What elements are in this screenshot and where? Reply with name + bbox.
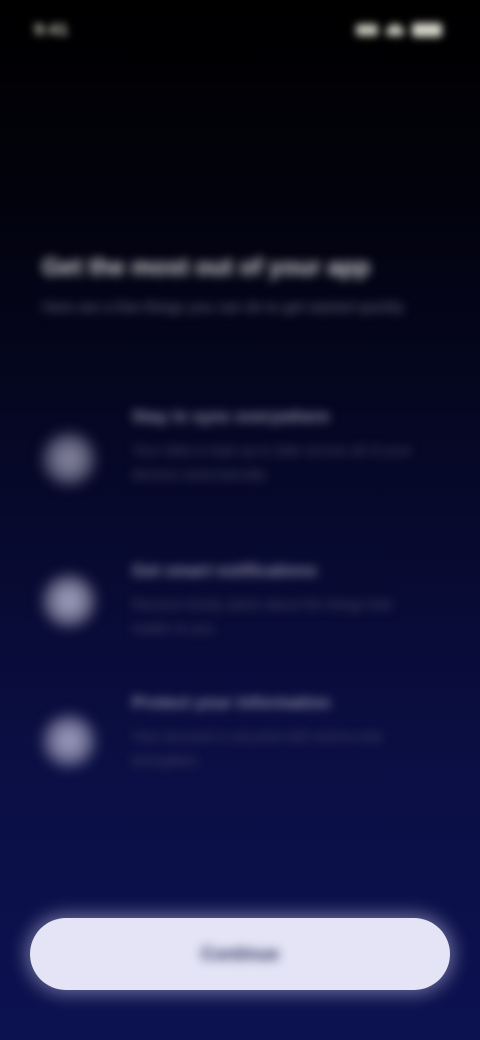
onboarding-screen: 9:41 Get the most out of your app Here a… bbox=[0, 0, 480, 1040]
feature-icon bbox=[40, 430, 98, 488]
signal-icon bbox=[356, 24, 378, 36]
feature-text: Stay in sync everywhere Your data is kep… bbox=[132, 404, 432, 486]
page-title: Get the most out of your app bbox=[42, 254, 370, 281]
feature-description: Your data is kept up to date across all … bbox=[132, 442, 412, 482]
status-time: 9:41 bbox=[34, 20, 69, 39]
status-icons bbox=[342, 20, 442, 40]
feature-description: Your account is secured with end-to-end … bbox=[132, 728, 382, 768]
feature-title: Get smart notifications bbox=[132, 561, 318, 580]
feature-icon bbox=[40, 572, 98, 630]
status-bar: 9:41 bbox=[0, 0, 480, 64]
feature-title: Stay in sync everywhere bbox=[132, 407, 330, 426]
continue-button[interactable]: Continue bbox=[30, 918, 450, 990]
feature-title: Protect your information bbox=[132, 693, 331, 712]
wifi-icon bbox=[386, 24, 404, 36]
battery-icon bbox=[412, 23, 442, 37]
feature-description: Receive timely alerts about the things t… bbox=[132, 596, 392, 636]
page-subtitle: Here are a few things you can do to get … bbox=[42, 299, 404, 316]
feature-icon bbox=[40, 712, 98, 770]
continue-button-label: Continue bbox=[201, 943, 279, 964]
feature-text: Protect your information Your account is… bbox=[132, 690, 432, 772]
header: Get the most out of your app Here are a … bbox=[42, 250, 438, 320]
feature-text: Get smart notifications Receive timely a… bbox=[132, 558, 432, 640]
